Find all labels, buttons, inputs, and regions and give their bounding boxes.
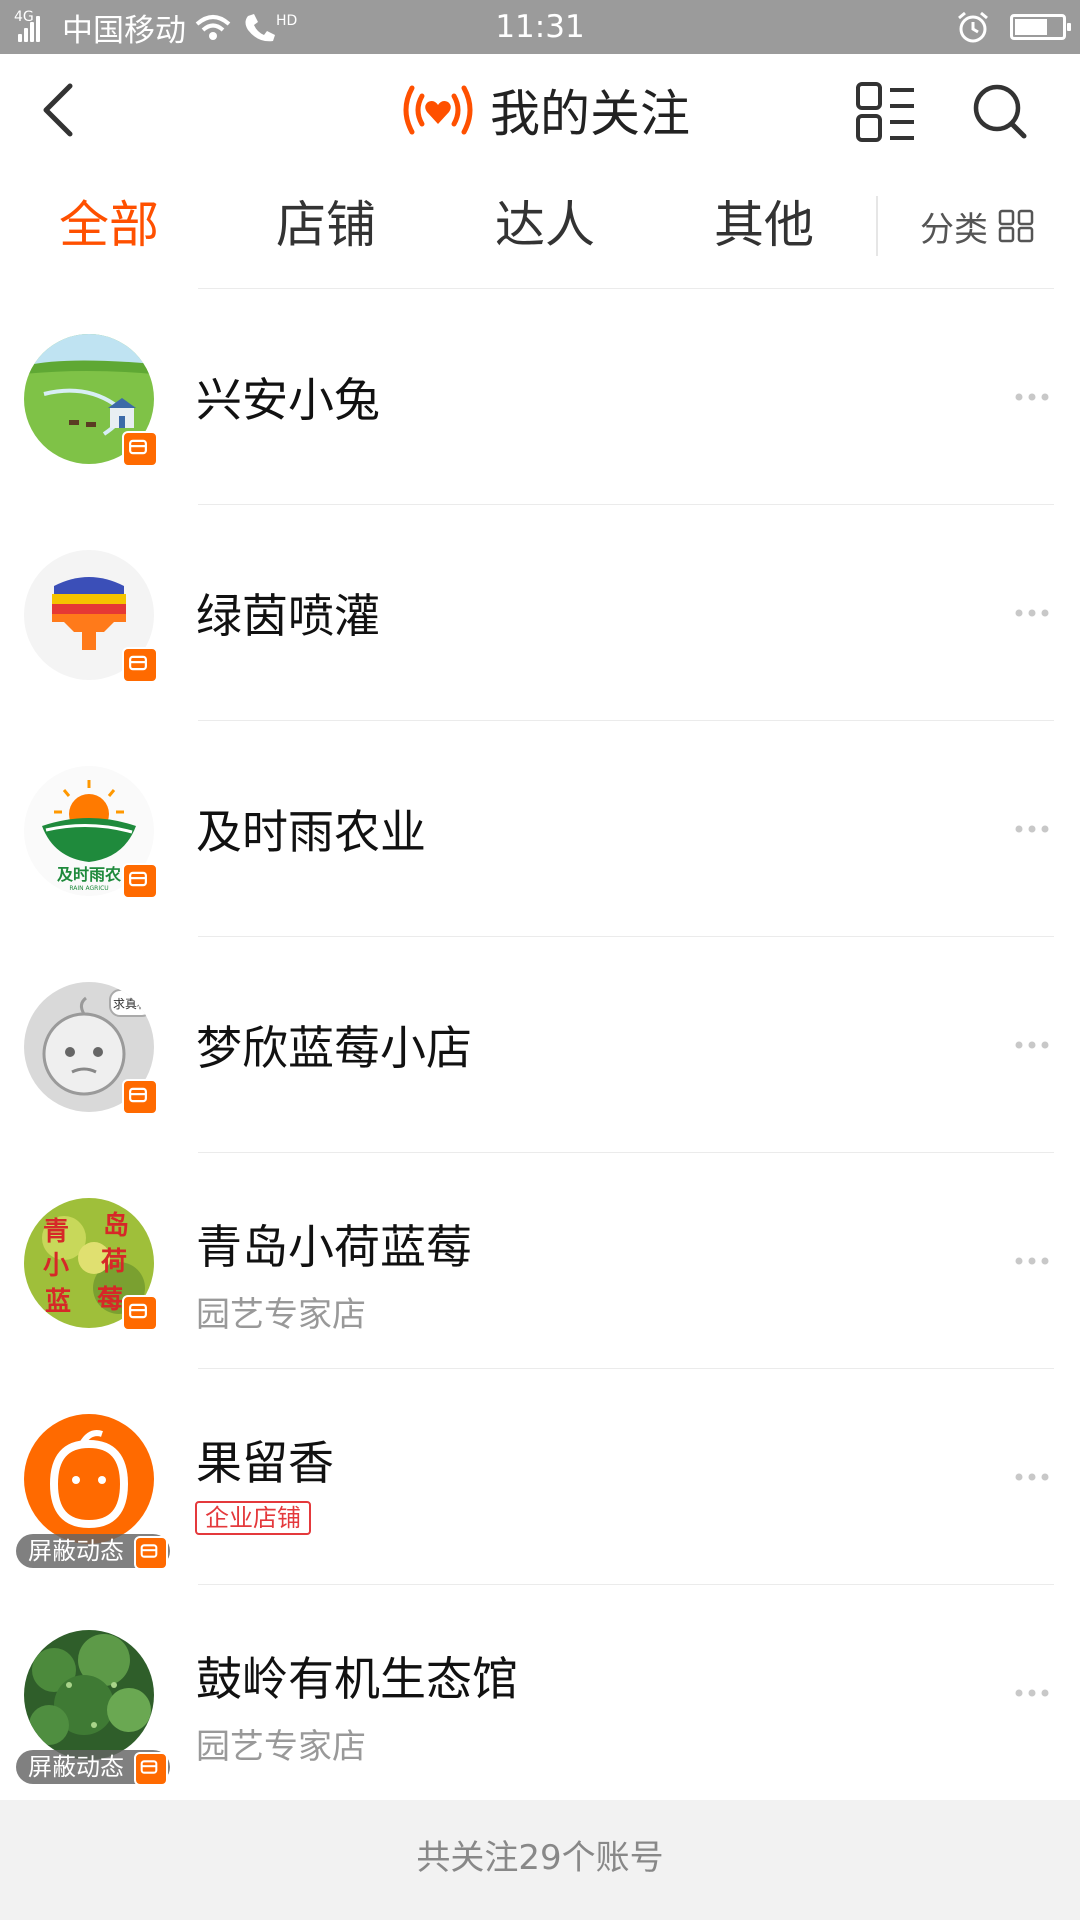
account-subtitle: 园艺专家店: [196, 1295, 366, 1335]
category-button[interactable]: 分类: [920, 196, 1034, 256]
avatar-orange-mascot[interactable]: [24, 1414, 154, 1544]
alarm-icon: [958, 11, 988, 43]
list-item[interactable]: 屏蔽动态 果留香 企业店铺: [0, 1369, 1080, 1585]
avatar-char: 青: [43, 1217, 69, 1247]
account-name: 梦欣蓝莓小店: [196, 1021, 472, 1075]
page-title: 我的关注: [490, 85, 690, 143]
footer: 共关注29个账号: [0, 1800, 1080, 1920]
more-icon[interactable]: [1014, 1471, 1050, 1483]
follow-broadcast-icon: [403, 85, 473, 135]
avatar-char: 蓝: [45, 1287, 71, 1317]
avatar-char: 荷: [101, 1247, 127, 1277]
more-icon[interactable]: [1014, 607, 1050, 619]
more-icon[interactable]: [1014, 1039, 1050, 1051]
list-item[interactable]: 及时雨农 RAIN AGRICU 及时雨农业: [0, 721, 1080, 937]
avatar-bubble-text: 求真相: [113, 997, 149, 1011]
avatar-logo-subtext: RAIN AGRICU: [69, 885, 108, 892]
status-bar: 4G 中国移动 HD 11:31: [0, 0, 1080, 54]
more-icon[interactable]: [1014, 391, 1050, 403]
avatar-logo-text: 及时雨农: [57, 865, 121, 884]
account-name: 青岛小荷蓝莓: [196, 1220, 472, 1274]
account-name: 兴安小兔: [196, 373, 380, 427]
avatar-char: 莓: [97, 1285, 123, 1315]
enterprise-tag: 企业店铺: [195, 1501, 311, 1535]
list-item[interactable]: 兴安小兔: [0, 289, 1080, 505]
shop-badge-icon: [134, 1752, 168, 1786]
nav-bar: 我的关注: [0, 54, 1080, 166]
tab-influencers[interactable]: 达人: [455, 190, 635, 260]
list-item[interactable]: 青 岛 小 荷 蓝 莓 青岛小荷蓝莓 园艺专家店: [0, 1153, 1080, 1369]
tab-shops[interactable]: 店铺: [236, 190, 416, 260]
grid-list-icon[interactable]: [854, 80, 918, 144]
more-icon[interactable]: [1014, 1687, 1050, 1699]
account-name: 绿茵喷灌: [196, 589, 380, 643]
shop-badge-icon: [134, 1536, 168, 1570]
shop-badge-icon: [122, 647, 158, 683]
avatar-tea-bush[interactable]: [24, 1630, 154, 1760]
follow-list: 兴安小兔 绿茵喷灌 及时雨农 RAIN AGRICU 及时雨农业 求真相 梦欣蓝…: [0, 289, 1080, 1801]
category-grid-icon: [998, 209, 1034, 243]
avatar-char: 小: [43, 1251, 69, 1281]
account-name: 及时雨农业: [196, 805, 426, 859]
tab-all[interactable]: 全部: [19, 190, 199, 260]
list-item[interactable]: 屏蔽动态 鼓岭有机生态馆 园艺专家店: [0, 1585, 1080, 1801]
shop-badge-icon: [122, 1295, 158, 1331]
battery-icon: [1010, 14, 1071, 40]
follow-count-text: 共关注29个账号: [416, 1838, 664, 1878]
more-icon[interactable]: [1014, 1255, 1050, 1267]
tab-divider: [876, 196, 878, 256]
account-name: 果留香: [196, 1436, 334, 1490]
shop-badge-icon: [122, 863, 158, 899]
account-name: 鼓岭有机生态馆: [196, 1652, 518, 1706]
filter-tabs: 全部 店铺 达人 其他 分类: [0, 166, 1080, 289]
account-subtitle: 园艺专家店: [196, 1727, 366, 1767]
category-label: 分类: [920, 209, 988, 250]
search-icon[interactable]: [970, 80, 1030, 142]
list-item[interactable]: 求真相 梦欣蓝莓小店: [0, 937, 1080, 1153]
shop-badge-icon: [122, 1079, 158, 1115]
more-icon[interactable]: [1014, 823, 1050, 835]
list-item[interactable]: 绿茵喷灌: [0, 505, 1080, 721]
shop-badge-icon: [122, 431, 158, 467]
avatar-char: 岛: [103, 1210, 129, 1241]
tab-others[interactable]: 其他: [674, 190, 854, 260]
clock: 11:31: [495, 9, 585, 45]
